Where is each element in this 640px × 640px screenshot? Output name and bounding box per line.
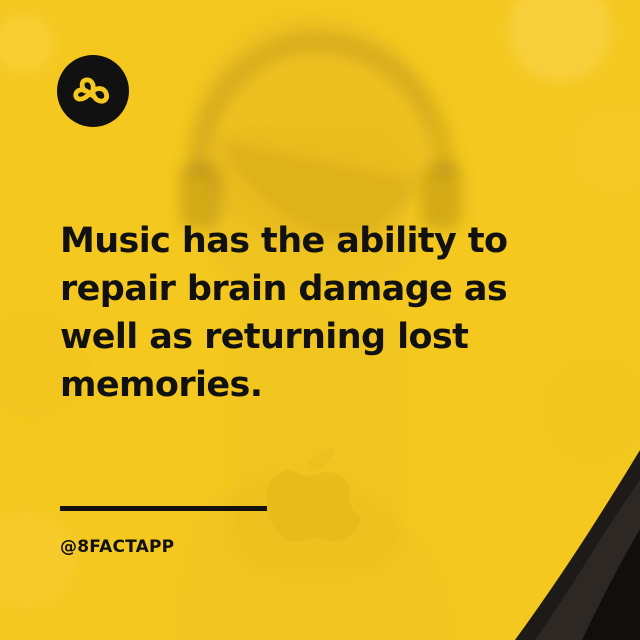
infinity-eight-icon — [73, 77, 110, 104]
fact-headline: Music has the ability to repair brain da… — [60, 221, 508, 405]
headline-divider — [60, 506, 267, 511]
social-handle: @8FACTAPP — [60, 537, 175, 557]
brand-logo — [57, 55, 129, 127]
fact-card: Music has the ability to repair brain da… — [0, 0, 640, 640]
